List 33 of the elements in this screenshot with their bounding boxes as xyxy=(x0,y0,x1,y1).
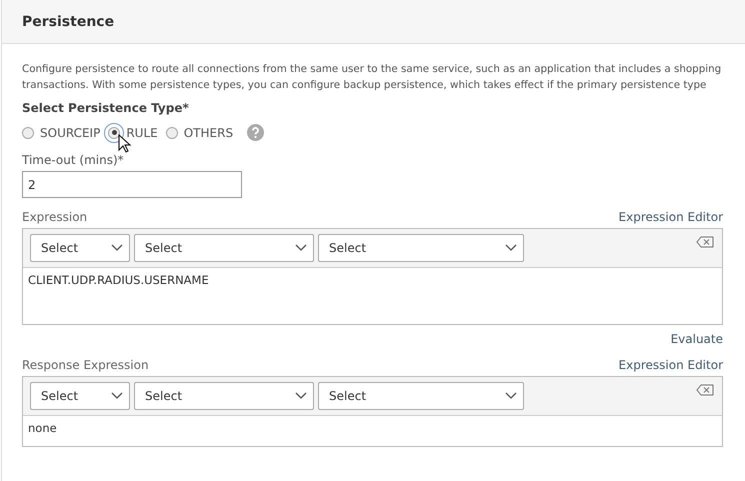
panel-title: Persistence xyxy=(22,14,114,30)
evaluate-link[interactable]: Evaluate xyxy=(670,332,723,346)
description-text: Configure persistence to route all connections from the same user to the same service, such as an application that includes a shopping xyxy=(22,62,722,77)
timeout-label: Time-out (mins)* xyxy=(22,153,125,167)
chevron-down-icon xyxy=(111,392,123,400)
timeout-input[interactable]: 2 xyxy=(22,171,242,198)
persistence-type-label: Select Persistence Type* xyxy=(22,101,190,115)
expression-editor-link[interactable]: Expression Editor xyxy=(618,358,723,372)
chevron-down-icon xyxy=(295,244,307,252)
chevron-down-icon xyxy=(295,392,307,400)
chevron-down-icon xyxy=(505,244,517,252)
select-dropdown[interactable]: Select xyxy=(134,382,314,410)
field-label: Response Expression xyxy=(22,358,149,372)
select-dropdown[interactable]: Select xyxy=(134,234,314,262)
chevron-down-icon xyxy=(111,244,123,252)
clear-icon[interactable] xyxy=(696,236,714,248)
help-icon[interactable] xyxy=(247,124,264,141)
radio-option[interactable]: SOURCEIP xyxy=(22,126,100,140)
expression-text[interactable]: CLIENT.UDP.RADIUS.USERNAME xyxy=(23,268,722,324)
select-dropdown[interactable]: Select xyxy=(318,382,524,410)
chevron-down-icon xyxy=(505,392,517,400)
clear-icon[interactable] xyxy=(696,384,714,396)
radio-option[interactable]: RULE xyxy=(108,126,158,140)
select-dropdown[interactable]: Select xyxy=(30,382,130,410)
select-dropdown[interactable]: Select xyxy=(318,234,524,262)
description-text: transactions. With some persistence types, you can configure backup persistence, which takes effect if the primary persistence type xyxy=(22,78,706,93)
radio-option[interactable]: OTHERS xyxy=(166,126,234,140)
radio-button[interactable] xyxy=(22,126,34,138)
expression-text[interactable]: none xyxy=(23,416,722,446)
expression-editor-link[interactable]: Expression Editor xyxy=(618,210,723,224)
field-label: Expression xyxy=(22,210,88,224)
radio-button[interactable] xyxy=(166,126,178,138)
select-dropdown[interactable]: Select xyxy=(30,234,130,262)
